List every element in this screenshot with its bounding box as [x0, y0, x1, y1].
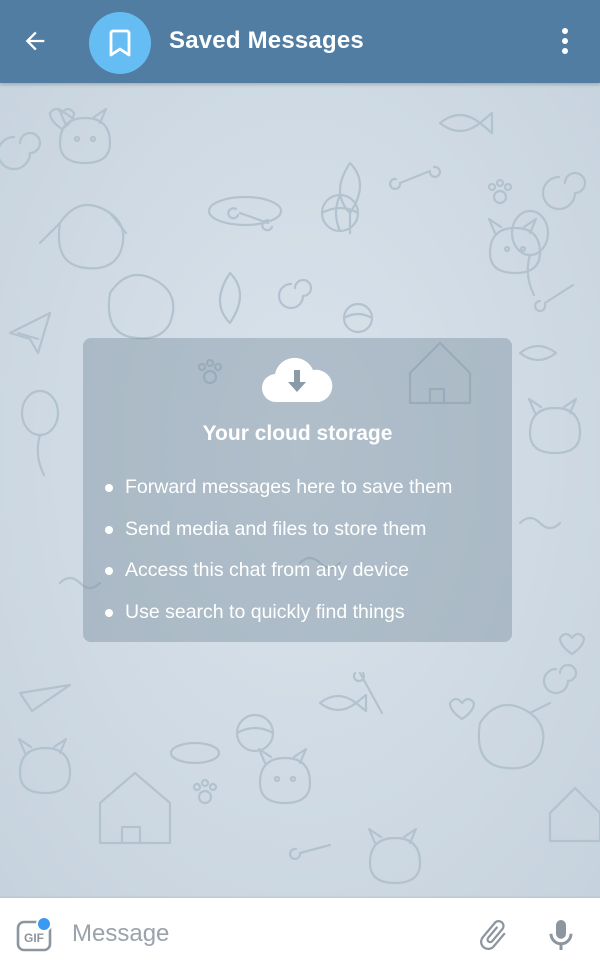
feature-text: Use search to quickly find things: [125, 600, 405, 623]
bookmark-icon: [109, 29, 131, 57]
attach-button[interactable]: [472, 914, 514, 956]
feature-text: Access this chat from any device: [125, 559, 409, 581]
chat-header: Saved Messages: [0, 0, 600, 83]
cloud-storage-card: Your cloud storage Forward messages here…: [83, 338, 512, 642]
chat-screen: Saved Messages Your cloud storage Forwar…: [0, 0, 600, 969]
arrow-left-icon: [25, 31, 45, 51]
more-vertical-icon: [562, 28, 568, 54]
feature-item: Send media and files to store them: [105, 518, 452, 560]
feature-text: Send media and files to store them: [125, 517, 427, 540]
feature-item: Use search to quickly find things: [105, 601, 452, 643]
bullet-icon: [105, 567, 113, 575]
feature-list: Forward messages here to save them Send …: [105, 476, 452, 642]
gif-label: GIF: [24, 931, 44, 945]
bullet-icon: [105, 484, 113, 492]
back-button[interactable]: [12, 18, 58, 64]
gif-button[interactable]: GIF: [14, 916, 56, 954]
feature-item: Access this chat from any device: [105, 559, 452, 601]
feature-text: Forward messages here to save them: [125, 476, 453, 498]
gif-new-badge: [36, 916, 52, 932]
avatar[interactable]: [89, 12, 151, 74]
message-input[interactable]: [70, 914, 454, 954]
paperclip-icon: [480, 920, 506, 951]
bullet-icon: [105, 608, 113, 617]
message-input-bar: GIF: [0, 898, 600, 969]
cloud-storage-title: Your cloud storage: [202, 422, 393, 445]
feature-item: Forward messages here to save them: [105, 476, 452, 518]
microphone-button[interactable]: [540, 914, 582, 956]
cloud-download-icon: [261, 357, 333, 403]
bullet-icon: [105, 525, 113, 534]
more-options-button[interactable]: [542, 18, 588, 64]
microphone-icon: [549, 920, 573, 950]
chat-title[interactable]: Saved Messages: [169, 27, 364, 55]
